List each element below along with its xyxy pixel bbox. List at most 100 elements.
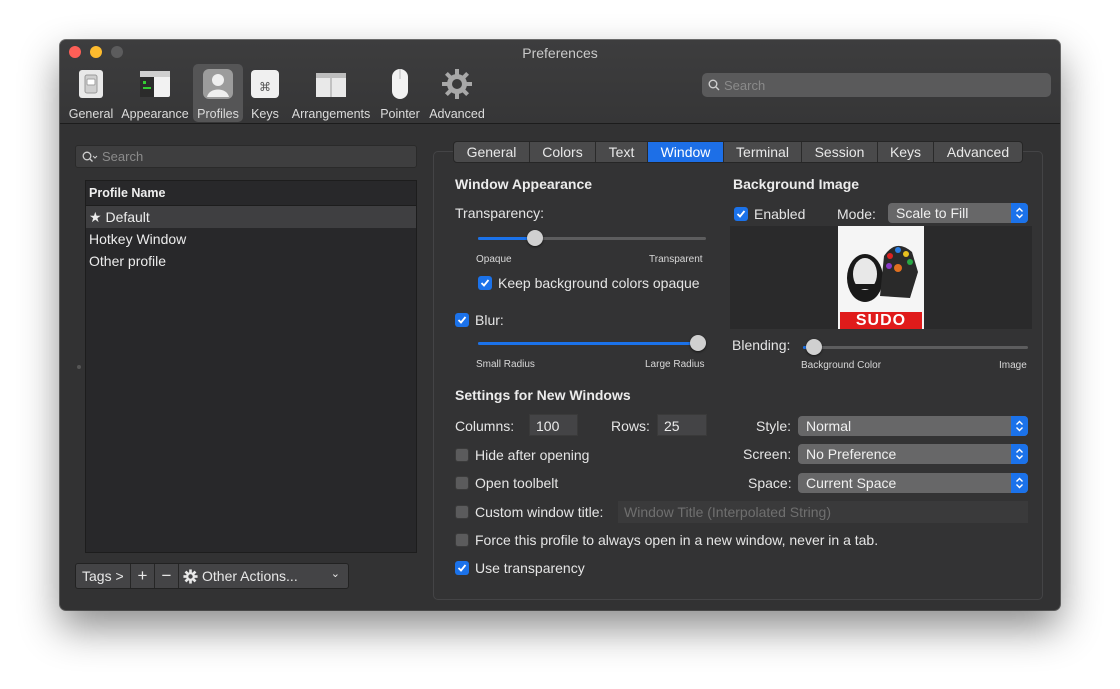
space-label: Space: (748, 475, 792, 491)
screen-label: Screen: (743, 446, 792, 462)
mode-label: Mode: (837, 206, 876, 222)
toolbar-appearance-label: Appearance (121, 107, 189, 121)
profile-row-other-profile[interactable]: Other profile (86, 250, 416, 272)
chevron-updown-icon (1011, 416, 1028, 436)
toolbar-pointer[interactable]: Pointer (377, 64, 423, 122)
blending-slider[interactable] (803, 339, 1028, 355)
window-appearance-heading: Window Appearance (455, 176, 593, 192)
tab-colors[interactable]: Colors (530, 142, 596, 162)
background-image-heading: Background Image (733, 176, 860, 192)
new-windows-heading: Settings for New Windows (455, 387, 631, 403)
transparent-label: Transparent (649, 254, 703, 265)
blur-label: Blur: (475, 312, 504, 328)
blending-label: Blending: (732, 337, 791, 353)
tags-button[interactable]: Tags > (76, 564, 131, 588)
toolbar-search-field[interactable]: Search (702, 73, 1051, 97)
search-icon (82, 151, 98, 162)
profile-search-placeholder: Search (102, 149, 144, 164)
toolbar-advanced[interactable]: Advanced (427, 64, 487, 122)
image-label: Image (999, 360, 1027, 371)
opaque-label: Opaque (476, 254, 512, 265)
tab-keys[interactable]: Keys (878, 142, 934, 162)
tab-general[interactable]: General (454, 142, 530, 162)
open-toolbelt-checkbox[interactable]: Open toolbelt (455, 475, 558, 491)
profile-list[interactable]: Profile Name ★ Default Hotkey Window Oth… (85, 180, 417, 553)
small-radius-label: Small Radius (476, 359, 535, 370)
columns-label: Columns: (455, 418, 515, 434)
window-title: Preferences (522, 45, 598, 61)
space-popup[interactable]: Current Space (798, 473, 1028, 493)
bg-image-enabled-label: Enabled (754, 206, 806, 222)
toolbar-arrangements[interactable]: Arrangements (288, 64, 374, 122)
force-new-window-label: Force this profile to always open in a n… (475, 532, 879, 548)
gear-icon (183, 568, 198, 584)
hide-after-opening-label: Hide after opening (475, 447, 590, 463)
style-value: Normal (806, 418, 852, 434)
profile-row-hotkey-window[interactable]: Hotkey Window (86, 228, 416, 250)
checkbox-checked-icon (478, 276, 492, 290)
advanced-gear-icon (440, 67, 474, 101)
checkbox-checked-icon (455, 313, 469, 327)
sudo-caption: SUDO (840, 312, 922, 329)
blur-checkbox[interactable]: Blur: (455, 312, 504, 328)
space-value: Current Space (806, 475, 897, 491)
rows-label: Rows: (611, 418, 650, 434)
checkbox-unchecked-icon (455, 533, 469, 547)
toolbar-advanced-label: Advanced (429, 107, 485, 121)
force-new-window-checkbox[interactable]: Force this profile to always open in a n… (455, 532, 878, 548)
general-switch-icon (74, 67, 108, 101)
other-actions-button[interactable]: Other Actions... ⌄ (179, 564, 348, 588)
tab-window[interactable]: Window (648, 142, 724, 162)
toolbar-appearance[interactable]: Appearance (120, 64, 190, 122)
bg-image-enabled-checkbox[interactable]: Enabled (734, 206, 805, 222)
blur-radius-slider[interactable] (478, 335, 706, 351)
keep-bg-opaque-label: Keep background colors opaque (498, 275, 700, 291)
mode-value: Scale to Fill (896, 205, 969, 221)
use-transparency-label: Use transparency (475, 560, 585, 576)
toolbar-profiles[interactable]: Profiles (193, 64, 243, 122)
checkbox-unchecked-icon (455, 476, 469, 490)
toolbar-keys-label: Keys (251, 107, 279, 121)
mode-popup[interactable]: Scale to Fill (888, 203, 1028, 223)
split-view-handle[interactable] (77, 365, 81, 369)
style-popup[interactable]: Normal (798, 416, 1028, 436)
columns-field[interactable]: 100 (529, 414, 578, 436)
slider-track (478, 230, 706, 246)
custom-window-title-label: Custom window title: (475, 504, 604, 520)
slider-knob[interactable] (690, 335, 706, 351)
search-icon (708, 79, 720, 91)
rows-field[interactable]: 25 (657, 414, 707, 436)
remove-profile-button[interactable]: − (155, 564, 179, 588)
tab-advanced[interactable]: Advanced (934, 142, 1022, 162)
slider-knob[interactable] (527, 230, 543, 246)
profile-row-label: Other profile (89, 253, 167, 269)
use-transparency-checkbox[interactable]: Use transparency (455, 560, 585, 576)
slider-track (803, 339, 1028, 355)
screen-popup[interactable]: No Preference (798, 444, 1028, 464)
keep-bg-opaque-checkbox[interactable]: Keep background colors opaque (478, 275, 700, 291)
tab-text[interactable]: Text (596, 142, 648, 162)
toolbar-general-label: General (68, 107, 114, 121)
screen-value: No Preference (806, 446, 897, 462)
profile-search-field[interactable]: Search (75, 145, 417, 168)
gauntlet-image-icon (847, 245, 918, 302)
svg-text:⌘: ⌘ (259, 80, 271, 94)
custom-window-title-field[interactable] (618, 501, 1028, 523)
toolbar-keys[interactable]: ⌘ Keys (246, 64, 284, 122)
style-label: Style: (756, 418, 792, 434)
profile-name-column-header[interactable]: Profile Name (86, 181, 416, 206)
pointer-mouse-icon (383, 67, 417, 101)
add-profile-button[interactable]: + (131, 564, 155, 588)
transparency-slider[interactable] (478, 230, 706, 246)
tab-session[interactable]: Session (802, 142, 878, 162)
toolbar-general[interactable]: General (64, 64, 118, 122)
custom-window-title-checkbox[interactable]: Custom window title: (455, 504, 603, 520)
checkbox-checked-icon (455, 561, 469, 575)
background-image-well[interactable]: SUDO (730, 226, 1032, 329)
profile-row-default[interactable]: ★ Default (86, 206, 416, 228)
arrangements-icon (314, 67, 348, 101)
background-image-thumbnail: SUDO (838, 226, 924, 329)
tab-terminal[interactable]: Terminal (724, 142, 802, 162)
hide-after-opening-checkbox[interactable]: Hide after opening (455, 447, 589, 463)
profile-row-label: Hotkey Window (89, 231, 187, 247)
